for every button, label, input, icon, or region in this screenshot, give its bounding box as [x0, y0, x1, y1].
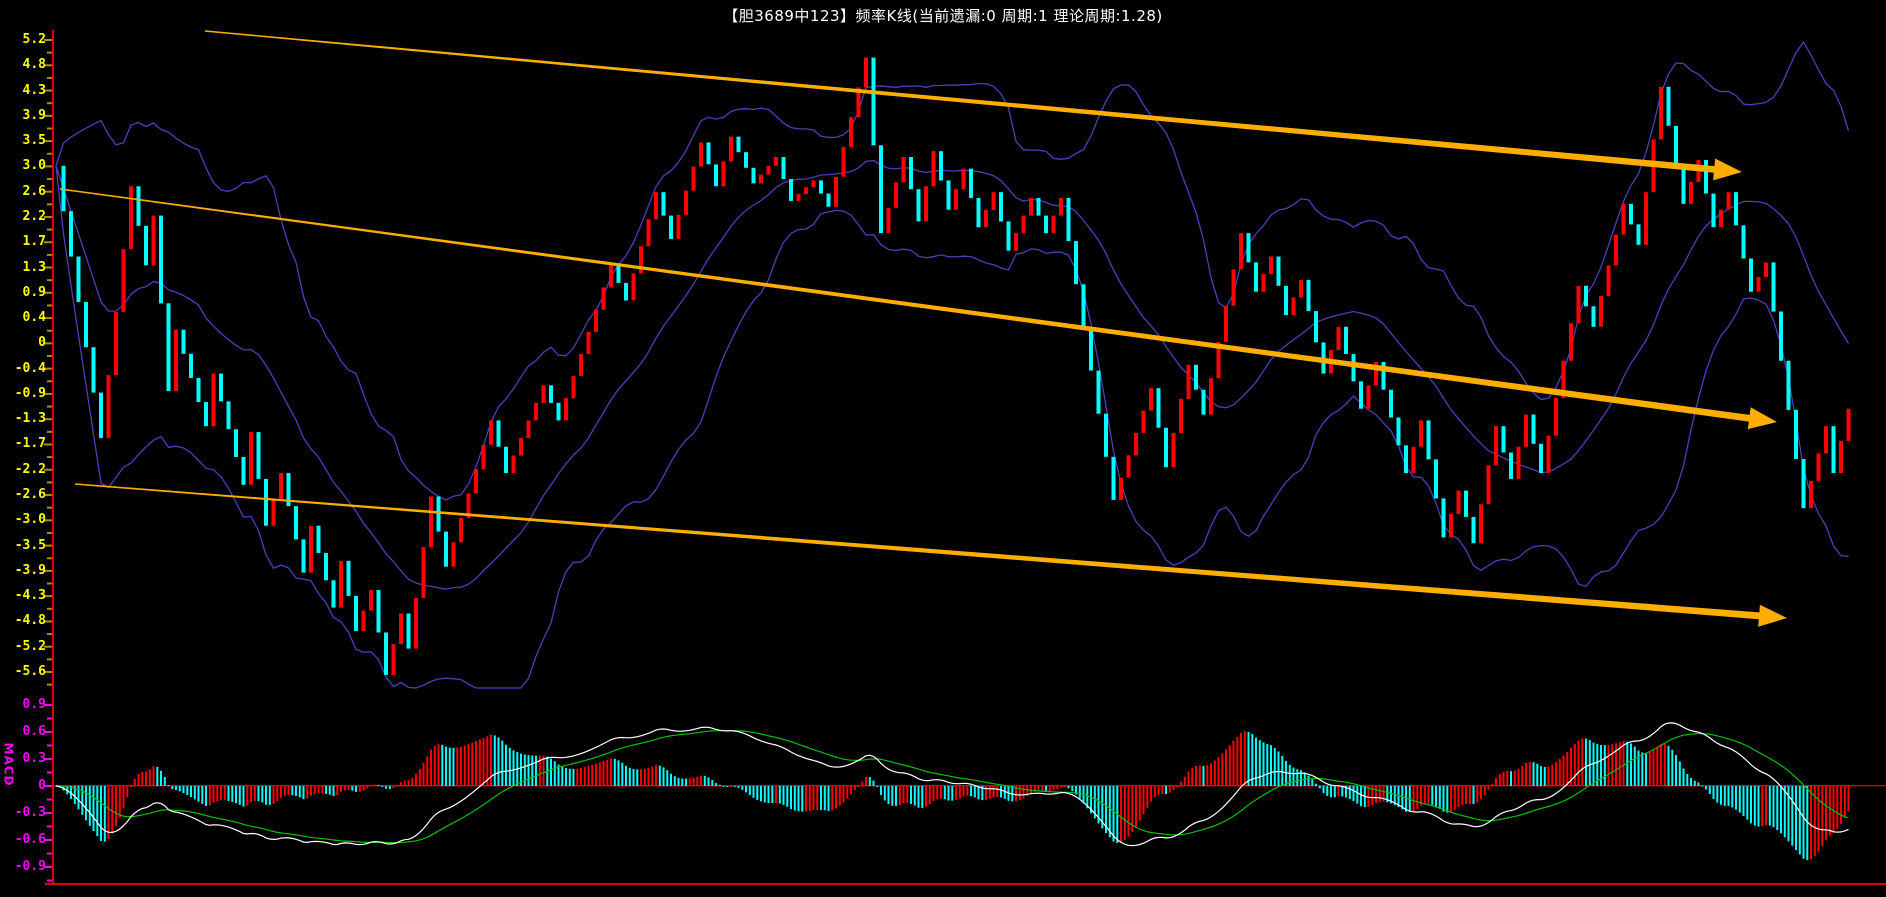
price-axis-label: -1.7 — [14, 436, 46, 452]
price-axis-label: 4.8 — [22, 57, 46, 73]
price-axis-label: 0.9 — [22, 284, 46, 300]
price-axis-label: -2.2 — [14, 461, 46, 477]
price-axis-label: 1.3 — [22, 259, 46, 275]
price-axis-label: 3.9 — [22, 107, 46, 123]
price-axis-label: -3.9 — [14, 562, 46, 578]
price-axis-label: 5.2 — [22, 32, 46, 47]
app-window: { "title_bar": { "title": "【胆3689中123】频率… — [0, 0, 1886, 897]
price-axis-label: -4.8 — [14, 613, 46, 629]
price-axis-label: -0.9 — [14, 385, 46, 401]
macd-axis-label: 0.9 — [22, 697, 46, 712]
price-axis-label: 4.3 — [22, 82, 46, 98]
price-axis-label: 0.4 — [22, 310, 46, 326]
candlesticks — [61, 57, 1851, 675]
price-axis-label: 2.6 — [22, 183, 46, 199]
price-axis-label: 1.7 — [22, 234, 46, 250]
price-axis-label: -2.6 — [14, 487, 46, 503]
price-axis-label: -5.2 — [14, 638, 46, 654]
price-axis-label: 0 — [38, 335, 46, 351]
price-axis-label: -3.0 — [14, 512, 46, 528]
kline-chart[interactable] — [0, 0, 1886, 897]
price-axis-label: 3.0 — [22, 158, 46, 174]
macd-panel — [55, 722, 1850, 860]
price-axis-label: 3.5 — [22, 133, 46, 149]
macd-axis-label: -0.9 — [14, 859, 46, 874]
macd-axis-label: -0.3 — [14, 805, 46, 820]
bollinger-bands — [55, 41, 1850, 689]
macd-axis-label: -0.6 — [14, 832, 46, 847]
macd-indicator-label: MACD — [1, 742, 16, 787]
trend-arrow[interactable] — [59, 188, 1777, 430]
price-axis-label: -0.4 — [14, 360, 46, 376]
macd-axis-label: 0.6 — [22, 724, 46, 739]
price-axis-label: -4.3 — [14, 588, 46, 604]
price-axis-label: -3.5 — [14, 537, 46, 553]
price-axis-label: -1.3 — [14, 411, 46, 427]
price-axis-label: 2.2 — [22, 208, 46, 224]
price-axis-label: -5.6 — [14, 664, 46, 679]
trend-arrow[interactable] — [204, 30, 1742, 181]
